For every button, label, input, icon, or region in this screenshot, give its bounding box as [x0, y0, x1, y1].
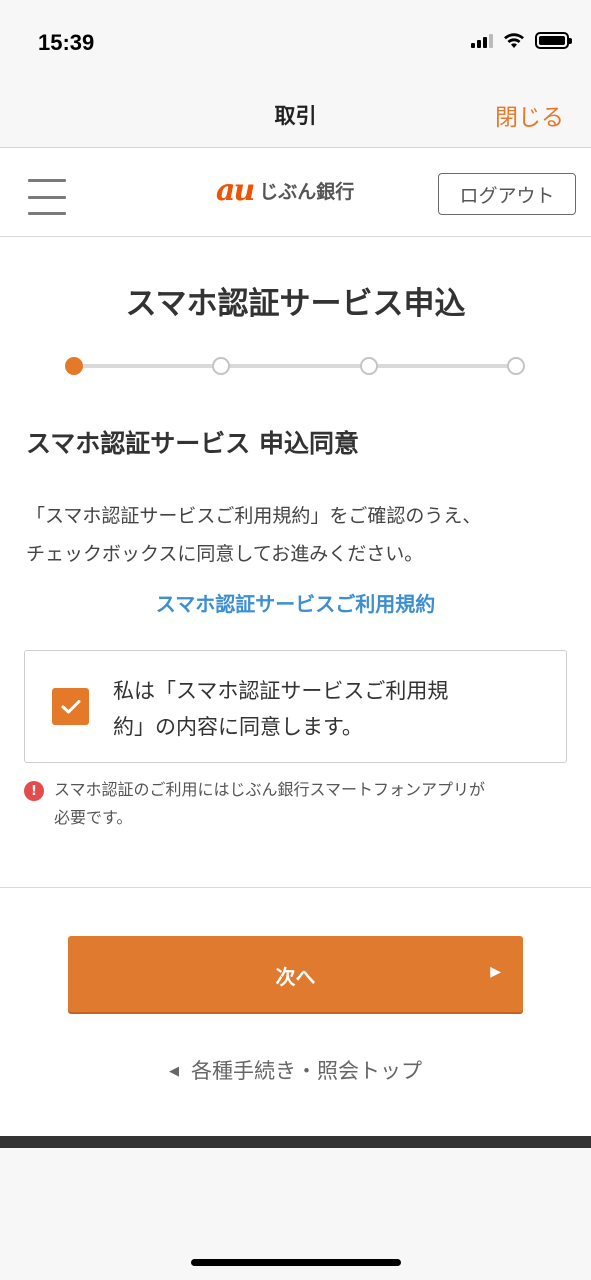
stepper-line	[74, 364, 517, 368]
bottom-bar	[0, 1148, 591, 1280]
section-divider	[0, 887, 591, 888]
next-button[interactable]: 次へ ▶	[68, 936, 523, 1012]
description: 「スマホ認証サービスご利用規約」をご確認のうえ、 チェックボックスに同意してお進…	[26, 497, 571, 573]
back-arrow-icon: ◀	[169, 1064, 179, 1079]
agree-checkbox-container[interactable]: 私は「スマホ認証サービスご利用規 約」の内容に同意します。	[24, 650, 567, 763]
back-to-procedures-link[interactable]: ◀ 各種手続き・照会トップ	[0, 1055, 591, 1085]
app-required-notice: ! スマホ認証のご利用にはじぶん銀行スマートフォンアプリが 必要です。	[24, 776, 574, 832]
footer-strip	[0, 1136, 591, 1148]
status-time: 15:39	[38, 30, 95, 55]
step-3-dot	[360, 357, 378, 375]
page-title: スマホ認証サービス申込	[125, 286, 466, 322]
status-icons	[471, 32, 572, 49]
step-4-dot	[507, 357, 525, 375]
exclamation-icon: !	[24, 781, 44, 801]
menu-icon[interactable]	[28, 179, 66, 215]
wifi-icon	[504, 32, 524, 48]
play-arrow-icon: ▶	[490, 964, 501, 980]
section-title: スマホ認証サービス 申込同意	[26, 429, 359, 458]
description-line-1: 「スマホ認証サービスご利用規約」をご確認のうえ、	[26, 505, 482, 527]
cellular-signal-icon	[471, 33, 493, 48]
logo-name: じぶん銀行	[259, 181, 355, 203]
notice-line-2: 必要です。	[54, 808, 133, 827]
home-indicator[interactable]	[191, 1259, 401, 1266]
terms-link[interactable]: スマホ認証サービスご利用規約	[0, 588, 591, 617]
agree-label[interactable]: 私は「スマホ認証サービスご利用規 約」の内容に同意します。	[113, 673, 513, 745]
site-header: au じぶん銀行 ログアウト	[0, 149, 591, 237]
notice-text: スマホ認証のご利用にはじぶん銀行スマートフォンアプリが 必要です。	[54, 776, 485, 832]
agree-checkbox[interactable]	[52, 688, 89, 725]
step-1-dot	[65, 357, 83, 375]
next-button-label: 次へ	[275, 965, 316, 989]
close-button[interactable]: 閉じる	[495, 98, 564, 132]
step-2-dot	[212, 357, 230, 375]
notice-line-1: スマホ認証のご利用にはじぶん銀行スマートフォンアプリが	[54, 780, 486, 799]
battery-icon	[535, 32, 572, 49]
back-link-label: 各種手続き・照会トップ	[191, 1059, 422, 1083]
checkmark-icon	[61, 699, 80, 713]
logo-au: au	[216, 173, 255, 208]
browser-nav-bar: 取引 閉じる	[0, 84, 591, 148]
agree-label-line-2: 約」の内容に同意します。	[113, 715, 363, 739]
progress-stepper	[65, 355, 525, 377]
logout-button[interactable]: ログアウト	[438, 173, 576, 215]
status-bar: 15:39	[0, 0, 591, 84]
description-line-2: チェックボックスに同意してお進みください。	[26, 543, 424, 565]
agree-label-line-1: 私は「スマホ認証サービスご利用規	[113, 679, 449, 703]
bank-logo[interactable]: au じぶん銀行	[216, 173, 354, 208]
